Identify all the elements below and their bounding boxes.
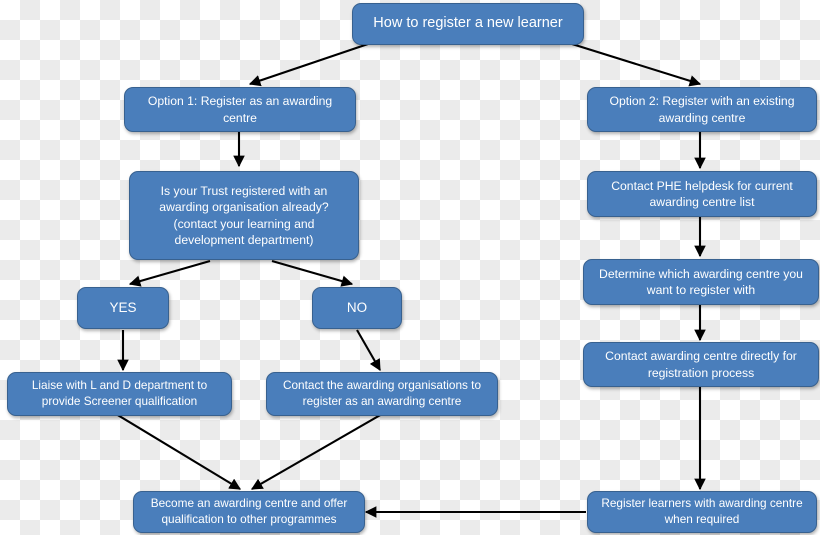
edge-no-to-contact-orgs [356, 329, 381, 372]
node-liaise-ld-label: Liaise with L and D department to provid… [31, 378, 208, 408]
edge-root-to-option2 [571, 42, 702, 87]
node-contact-orgs-label: Contact the awarding organisations to re… [282, 378, 482, 408]
edge-trust-question-to-yes [128, 259, 211, 287]
node-contact-orgs[interactable]: Contact the awarding organisations to re… [266, 372, 498, 416]
node-option1-label: Option 1: Register as an awarding centre [147, 94, 333, 125]
edge-liaise-to-become-centre [115, 413, 241, 490]
node-determine-centre[interactable]: Determine which awarding centre you want… [583, 259, 819, 305]
node-contact-centre-label: Contact awarding centre directly for reg… [605, 349, 797, 380]
node-become-centre[interactable]: Become an awarding centre and offer qual… [133, 491, 365, 533]
edge-contact-orgs-to-become-centre [250, 413, 383, 490]
node-root-label: How to register a new learner [373, 15, 563, 32]
flowchart-canvas: How to register a new learner Option 1: … [0, 0, 820, 535]
edge-root-to-option1 [248, 43, 369, 87]
node-no-label: NO [346, 300, 368, 316]
node-trust-question[interactable]: Is your Trust registered with an awardin… [129, 171, 359, 260]
node-register-learners-label: Register learners with awarding centre w… [601, 496, 803, 526]
node-yes-label: YES [109, 300, 137, 316]
node-register-learners[interactable]: Register learners with awarding centre w… [587, 491, 817, 533]
edge-trust-question-to-no [271, 259, 354, 287]
node-option2-label: Option 2: Register with an existing awar… [609, 94, 795, 125]
node-phe-helpdesk[interactable]: Contact PHE helpdesk for current awardin… [587, 171, 817, 217]
node-root[interactable]: How to register a new learner [352, 3, 584, 45]
node-option1[interactable]: Option 1: Register as an awarding centre [124, 87, 356, 132]
node-determine-centre-label: Determine which awarding centre you want… [599, 266, 803, 297]
node-contact-centre[interactable]: Contact awarding centre directly for reg… [583, 342, 819, 387]
node-yes[interactable]: YES [77, 287, 169, 329]
node-become-centre-label: Become an awarding centre and offer qual… [150, 496, 348, 526]
node-liaise-ld[interactable]: Liaise with L and D department to provid… [7, 372, 232, 416]
node-phe-helpdesk-label: Contact PHE helpdesk for current awardin… [611, 178, 793, 209]
node-trust-question-label: Is your Trust registered with an awardin… [159, 184, 329, 247]
node-option2[interactable]: Option 2: Register with an existing awar… [587, 87, 817, 132]
node-no[interactable]: NO [312, 287, 402, 329]
